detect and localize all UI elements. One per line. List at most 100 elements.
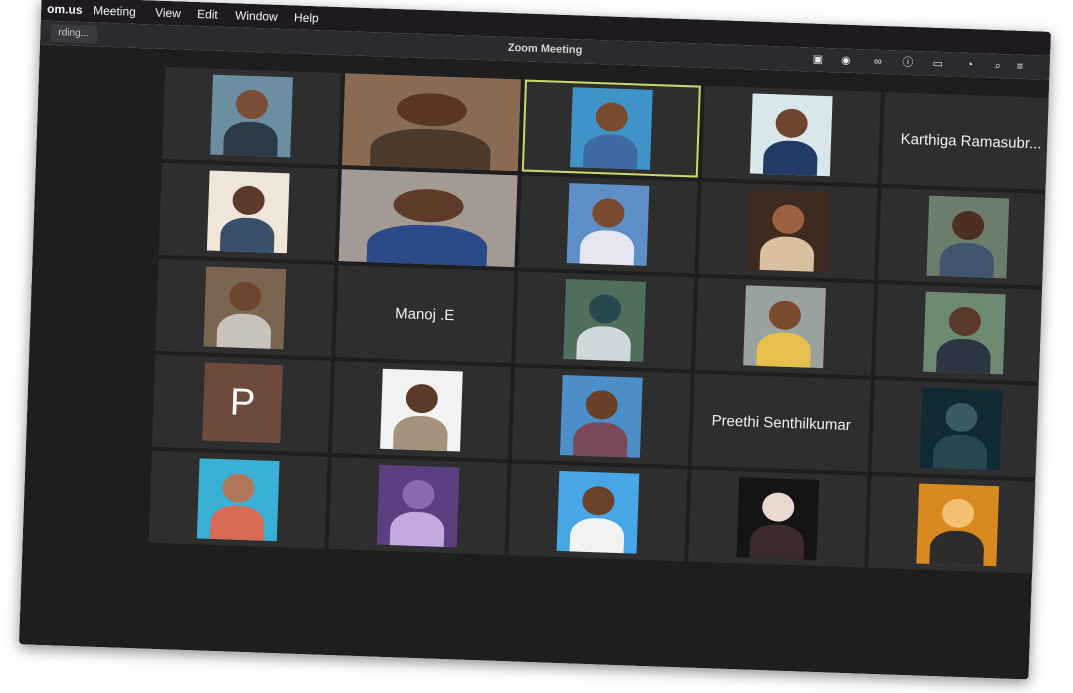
participant-tile[interactable]: [698, 181, 878, 280]
profile-picture: [749, 93, 833, 177]
avatar-head: [948, 306, 982, 337]
avatar-head: [581, 486, 615, 517]
avatar-body: [209, 505, 266, 542]
participant-tile[interactable]: [155, 258, 335, 357]
participant-tile[interactable]: [521, 79, 701, 178]
profile-picture: [206, 170, 290, 254]
participant-tile[interactable]: [694, 277, 875, 376]
avatar-body: [928, 530, 985, 567]
participant-tile[interactable]: [515, 271, 695, 370]
participant-name: Manoj .E: [394, 305, 455, 325]
avatar-head: [771, 204, 805, 235]
participant-tile[interactable]: P: [151, 354, 332, 453]
participant-tile[interactable]: [871, 379, 1051, 478]
avatar-body: [222, 121, 279, 158]
avatar-head: [232, 185, 266, 216]
screen-share-icon[interactable]: ◉: [838, 52, 855, 69]
participant-grid: Karthiga Ramasubr... Manoj .E P Preethi Sen…: [148, 66, 1051, 574]
link-icon[interactable]: ∞: [870, 54, 887, 71]
participant-tile[interactable]: [878, 187, 1051, 287]
avatar-head: [392, 187, 465, 224]
menu-view[interactable]: View: [155, 6, 181, 21]
zoom-status-icon[interactable]: ▣: [810, 51, 827, 68]
participant-tile[interactable]: [148, 450, 328, 549]
profile-picture: [743, 285, 826, 369]
menu-help[interactable]: Help: [294, 10, 319, 25]
avatar-head: [222, 473, 256, 504]
control-center-icon[interactable]: ≡: [1011, 58, 1028, 75]
profile-picture: [203, 266, 287, 350]
avatar-head: [761, 492, 795, 523]
app-menu[interactable]: om.us: [47, 2, 83, 17]
avatar-head: [595, 102, 629, 133]
menu-meeting[interactable]: Meeting: [93, 3, 136, 18]
avatar-head: [941, 498, 975, 529]
profile-picture: [380, 368, 463, 452]
participant-tile[interactable]: [158, 162, 338, 261]
avatar-head: [951, 210, 985, 241]
avatar-body: [389, 511, 446, 548]
participant-tile[interactable]: Preethi Senthilkumar: [691, 373, 871, 472]
letter-avatar: P: [202, 362, 283, 444]
profile-picture: [916, 483, 1000, 567]
participant-tile[interactable]: Manoj .E: [335, 265, 515, 364]
participant-tile[interactable]: [868, 475, 1048, 574]
participant-name: Preethi Senthilkumar: [711, 412, 852, 435]
photo-frame: om.us Meeting View Edit Window Help rdin…: [0, 0, 1073, 693]
avatar-body: [582, 133, 639, 170]
gallery-view: Karthiga Ramasubr... Manoj .E P Preethi Sen…: [19, 44, 1051, 680]
participant-tile[interactable]: [331, 361, 511, 460]
search-icon[interactable]: ⌕: [990, 58, 1007, 75]
avatar-head: [396, 91, 468, 128]
avatar-body: [369, 127, 492, 172]
battery-icon[interactable]: ▭: [928, 56, 949, 73]
participant-tile[interactable]: [341, 73, 522, 172]
participant-video: [338, 169, 518, 268]
bottom-fade: [19, 599, 1030, 680]
avatar-head: [228, 281, 262, 312]
participant-tile[interactable]: [688, 469, 868, 568]
participant-tile[interactable]: [511, 367, 691, 466]
avatar-body: [569, 517, 625, 554]
info-icon[interactable]: ⓘ: [900, 55, 917, 72]
participant-tile[interactable]: [338, 169, 518, 268]
avatar-body: [572, 421, 629, 458]
participant-name: Karthiga Ramasubr...: [900, 130, 1042, 153]
avatar-body: [575, 325, 632, 362]
avatar-head: [775, 108, 809, 139]
avatar-head: [405, 383, 439, 414]
profile-picture: [559, 374, 643, 458]
profile-picture: [376, 464, 460, 548]
avatar-body: [759, 236, 815, 273]
zoom-screenshot: om.us Meeting View Edit Window Help rdin…: [19, 0, 1051, 680]
profile-picture: [919, 387, 1003, 471]
avatar-body: [216, 313, 272, 350]
profile-picture: [923, 291, 1006, 375]
avatar-body: [219, 217, 276, 254]
avatar-body: [935, 338, 992, 375]
profile-picture: [736, 477, 820, 560]
participant-tile[interactable]: Karthiga Ramasubr...: [881, 92, 1051, 191]
participant-tile[interactable]: [518, 175, 698, 274]
menu-window[interactable]: Window: [235, 8, 278, 23]
avatar-body: [579, 229, 635, 266]
avatar-head: [585, 390, 619, 421]
avatar-body: [392, 415, 449, 452]
participant-tile[interactable]: [874, 283, 1051, 383]
participant-tile[interactable]: [328, 456, 508, 556]
menu-edit[interactable]: Edit: [197, 7, 218, 22]
avatar-head: [401, 479, 435, 510]
profile-picture: [566, 183, 650, 266]
avatar-body: [366, 223, 488, 268]
profile-picture: [556, 470, 640, 554]
avatar-body: [932, 434, 989, 471]
wifi-icon[interactable]: ◔: [962, 57, 979, 74]
participant-tile[interactable]: [508, 463, 688, 562]
avatar-body: [755, 332, 812, 369]
participant-tile[interactable]: [162, 66, 342, 166]
profile-picture: [569, 87, 653, 170]
avatar-body: [762, 140, 819, 177]
participant-video: [341, 73, 522, 172]
participant-tile[interactable]: [701, 85, 881, 184]
profile-picture: [563, 279, 647, 362]
